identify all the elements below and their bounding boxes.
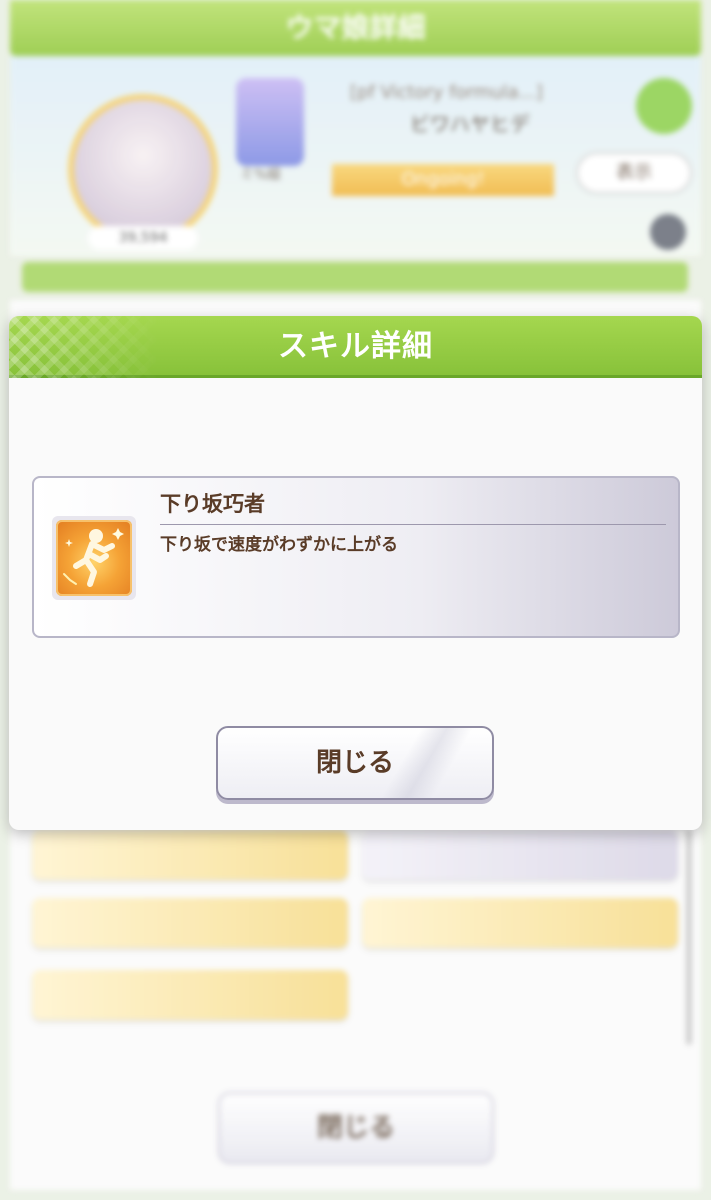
close-button[interactable]: 閉じる (216, 726, 494, 800)
running-figure-glyph (63, 528, 124, 587)
skill-divider (160, 524, 666, 525)
running-figure-speed-icon (56, 520, 132, 596)
skill-description: 下り坂で速度がわずかに上がる (160, 535, 398, 555)
skill-card: 下り坂巧者 下り坂で速度がわずかに上がる (32, 476, 680, 638)
close-button-label: 閉じる (315, 748, 394, 778)
skill-icon-frame (52, 516, 136, 600)
skill-detail-dialog: スキル詳細 下り坂巧者 下り坂で速度がわずかに上がる 閉じる (9, 316, 702, 830)
skill-name: 下り坂巧者 (160, 492, 265, 516)
dialog-header: スキル詳細 (9, 316, 702, 378)
dialog-title: スキル詳細 (278, 329, 433, 364)
